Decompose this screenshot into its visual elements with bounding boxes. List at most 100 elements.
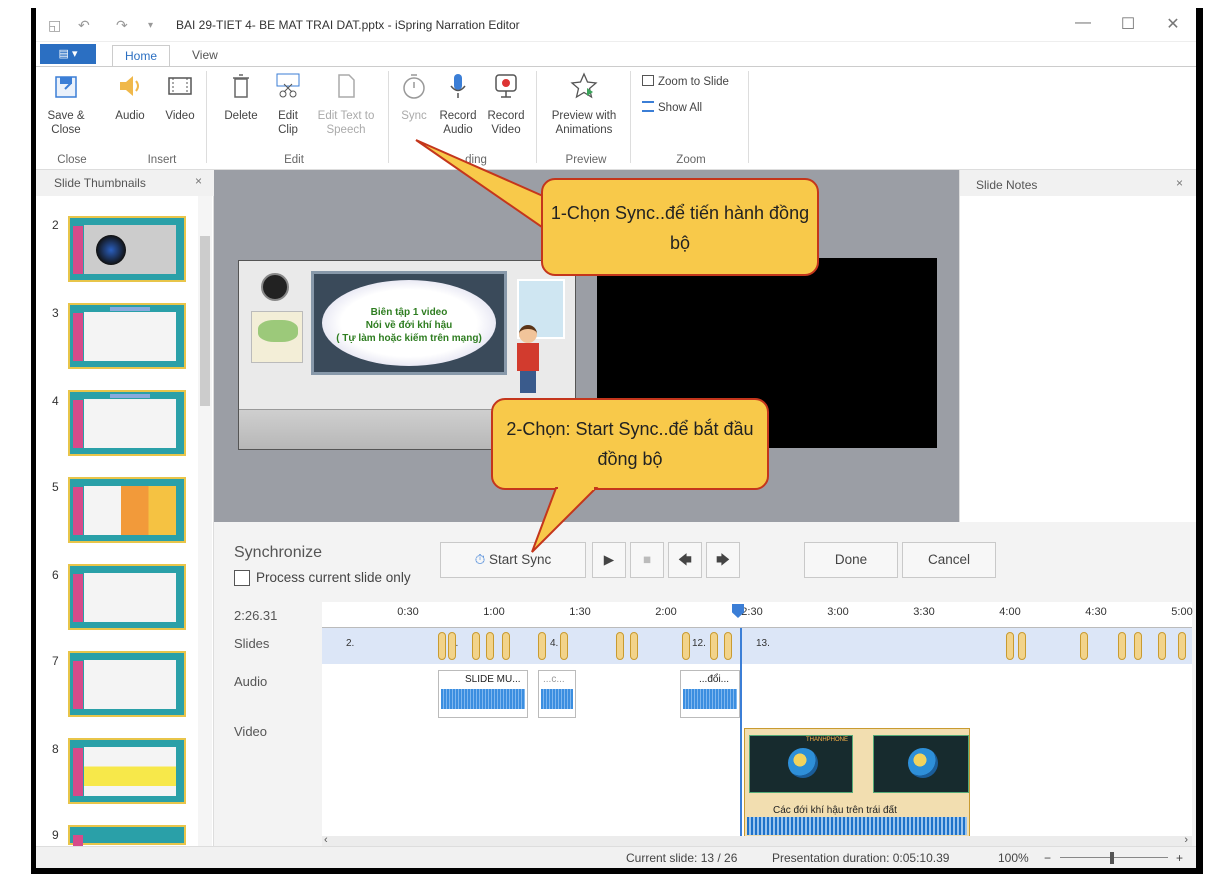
slide-thumbnails-panel: Slide Thumbnails × 2 3 4 5 6 7 8 9 xyxy=(36,170,214,868)
close-icon[interactable]: × xyxy=(195,174,202,188)
slide-marker[interactable] xyxy=(448,632,456,660)
slide-thumbnail[interactable] xyxy=(68,303,186,369)
tab-home[interactable]: Home xyxy=(112,45,171,67)
thumb-title-bar xyxy=(110,394,150,398)
scroll-right-icon[interactable]: › xyxy=(1184,834,1188,846)
audio-button[interactable]: Audio xyxy=(108,71,152,123)
process-current-slide-checkbox[interactable]: Process current slide only xyxy=(234,570,411,587)
timeline-ruler[interactable]: 0:30 1:00 1:30 2:00 2:30 3:00 3:30 4:00 … xyxy=(322,602,1193,628)
done-button[interactable]: Done xyxy=(804,542,898,578)
zoom-slider[interactable] xyxy=(1060,857,1168,858)
maximize-button[interactable]: ☐ xyxy=(1113,14,1143,34)
slide-marker[interactable] xyxy=(1118,632,1126,660)
show-all-button[interactable]: Show All xyxy=(642,101,702,114)
minimize-button[interactable]: — xyxy=(1068,14,1098,32)
file-menu-button[interactable]: ▤ ▾ xyxy=(40,44,96,64)
slide-thumbnail[interactable] xyxy=(68,390,186,456)
slide-marker[interactable] xyxy=(1178,632,1186,660)
slide-marker[interactable] xyxy=(1006,632,1014,660)
audio-clip-label: SLIDE MU... xyxy=(465,674,521,685)
slide-thumbnail[interactable] xyxy=(68,825,186,868)
scroll-thumb[interactable] xyxy=(200,236,210,406)
customize-quick-access-icon[interactable]: ▾ xyxy=(148,20,153,31)
show-all-label: Show All xyxy=(658,102,703,114)
slide-marker[interactable] xyxy=(1158,632,1166,660)
slide-notes-panel: Slide Notes × xyxy=(959,170,1196,522)
slide-marker[interactable] xyxy=(616,632,624,660)
zoom-slider-thumb[interactable] xyxy=(1110,852,1114,864)
cancel-button[interactable]: Cancel xyxy=(902,542,996,578)
sync-button[interactable]: Sync xyxy=(396,71,432,123)
zoom-in-icon[interactable]: + xyxy=(1176,851,1183,865)
preview-with-animations-button[interactable]: Preview with Animations xyxy=(544,71,624,137)
slide-thumbnail[interactable] xyxy=(68,216,186,282)
edit-clip-button[interactable]: Edit Clip xyxy=(272,71,304,137)
slide-marker[interactable] xyxy=(472,632,480,660)
callout-start-sync-text: 2-Chọn: Start Sync..để bắt đầu đồng bộ xyxy=(491,398,769,490)
next-button[interactable]: 🡆 xyxy=(706,542,740,578)
slide-marker[interactable] xyxy=(710,632,718,660)
audio-clip[interactable]: ...c... xyxy=(538,670,576,718)
record-video-button[interactable]: Record Video xyxy=(484,71,528,137)
title-bar: ◱ ↶ ↷ ▾ BAI 29-TIET 4- BE MAT TRAI DAT.p… xyxy=(36,8,1196,42)
tab-view[interactable]: View xyxy=(180,45,230,67)
checkbox-box[interactable] xyxy=(234,570,250,587)
ribbon-tabs: ▤ ▾ Home View xyxy=(36,42,1196,67)
thumb-number: 7 xyxy=(52,654,59,668)
record-audio-button[interactable]: Record Audio xyxy=(438,71,478,137)
slide-thumbnail[interactable] xyxy=(68,651,186,717)
zoom-to-slide-button[interactable]: Zoom to Slide xyxy=(642,75,729,88)
delete-button[interactable]: Delete xyxy=(220,71,262,123)
close-button[interactable]: ✕ xyxy=(1158,14,1188,34)
group-separator xyxy=(206,71,207,163)
save-close-button[interactable]: Save & Close xyxy=(42,71,90,137)
zoom-out-icon[interactable]: − xyxy=(1044,851,1051,865)
video-button[interactable]: Video xyxy=(160,71,200,123)
document-icon xyxy=(338,74,355,98)
slide-marker[interactable] xyxy=(560,632,568,660)
audio-clip[interactable]: SLIDE MU... xyxy=(438,670,528,718)
slide-marker[interactable] xyxy=(724,632,732,660)
previous-button[interactable]: 🡄 xyxy=(668,542,702,578)
slide-thumbnail[interactable] xyxy=(68,564,186,630)
row-label-video: Video xyxy=(234,724,268,739)
slide-marker[interactable] xyxy=(502,632,510,660)
sync-label: Sync xyxy=(401,110,427,122)
slide-thumbnail[interactable] xyxy=(68,738,186,804)
arrow-right-icon: 🡆 xyxy=(716,552,730,567)
slide-marker[interactable] xyxy=(630,632,638,660)
close-icon[interactable]: × xyxy=(1176,176,1183,190)
redo-icon[interactable]: ↷ xyxy=(116,17,128,34)
edit-text-to-speech-button[interactable]: Edit Text to Speech xyxy=(314,71,378,137)
thumb-sidebar xyxy=(73,313,83,361)
slide-marker[interactable] xyxy=(682,632,690,660)
thumbnails-scrollbar[interactable] xyxy=(198,196,212,846)
callout-sync-text: 1-Chọn Sync..để tiến hành đồng bộ xyxy=(541,178,819,276)
window-title: BAI 29-TIET 4- BE MAT TRAI DAT.pptx - iS… xyxy=(176,18,520,32)
video-clip[interactable]: THANHPHONE Các đới khí hậu trên trái đất xyxy=(744,728,970,850)
thumb-number: 2 xyxy=(52,218,59,232)
audio-clip[interactable]: ...đổi... xyxy=(680,670,740,718)
slide-marker[interactable] xyxy=(486,632,494,660)
row-label-audio: Audio xyxy=(234,674,268,689)
slide-marker[interactable] xyxy=(538,632,546,660)
playhead-line xyxy=(740,628,742,836)
undo-icon[interactable]: ↶ xyxy=(78,17,90,34)
slide-marker[interactable] xyxy=(1134,632,1142,660)
tick-label: 5:00 xyxy=(1171,606,1193,618)
video-caption: Các đới khí hậu trên trái đất xyxy=(773,805,897,816)
character-image xyxy=(515,325,541,395)
slide-marker[interactable] xyxy=(438,632,446,660)
stop-icon: ■ xyxy=(642,552,652,567)
audio-label: Audio xyxy=(115,110,145,122)
slide-thumbnail[interactable] xyxy=(68,477,186,543)
slide-marker[interactable] xyxy=(1018,632,1026,660)
scroll-left-icon[interactable]: ‹ xyxy=(324,834,328,846)
stop-button[interactable]: ■ xyxy=(630,542,664,578)
save-close-label: Save & Close xyxy=(47,110,85,136)
arrow-left-icon: 🡄 xyxy=(678,552,692,567)
save-icon xyxy=(55,76,77,98)
slides-track[interactable]: 2. 3. 4. 12. 13. xyxy=(322,628,1192,664)
slide-marker[interactable] xyxy=(1080,632,1088,660)
tick-label: 2:00 xyxy=(655,606,677,618)
